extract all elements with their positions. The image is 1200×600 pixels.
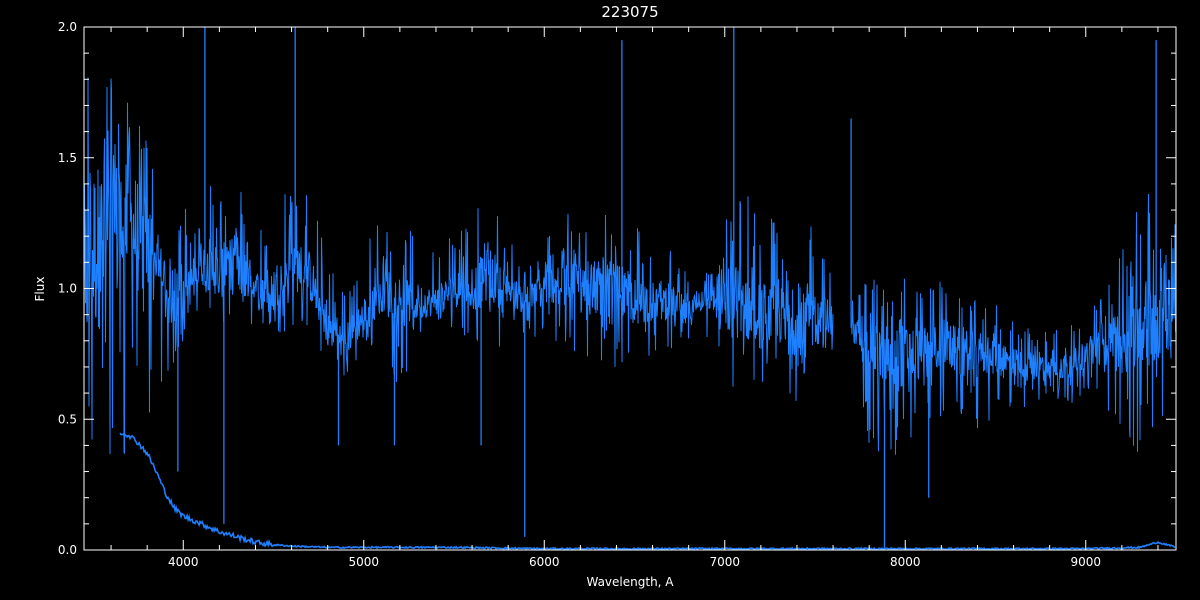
y-tick-label: 0.0 xyxy=(58,543,77,557)
y-axis-label: Flux xyxy=(33,277,47,302)
chart-title: 223075 xyxy=(601,3,658,21)
x-tick-label: 5000 xyxy=(348,555,379,569)
spectrum-chart: 4000 5000 6000 7000 8000 90000.00.51.01.52.0 … xyxy=(0,0,1200,600)
x-tick-label: 9000 xyxy=(1070,555,1101,569)
x-tick-label: 8000 xyxy=(890,555,921,569)
x-tick-label: 4000 xyxy=(168,555,199,569)
x-tick-label: 7000 xyxy=(709,555,740,569)
x-tick-label: 6000 xyxy=(529,555,560,569)
y-tick-label: 1.0 xyxy=(58,282,77,296)
y-tick-label: 2.0 xyxy=(58,20,77,34)
y-tick-label: 0.5 xyxy=(58,412,77,426)
x-axis-label: Wavelength, A xyxy=(586,575,674,589)
y-tick-label: 1.5 xyxy=(58,151,77,165)
